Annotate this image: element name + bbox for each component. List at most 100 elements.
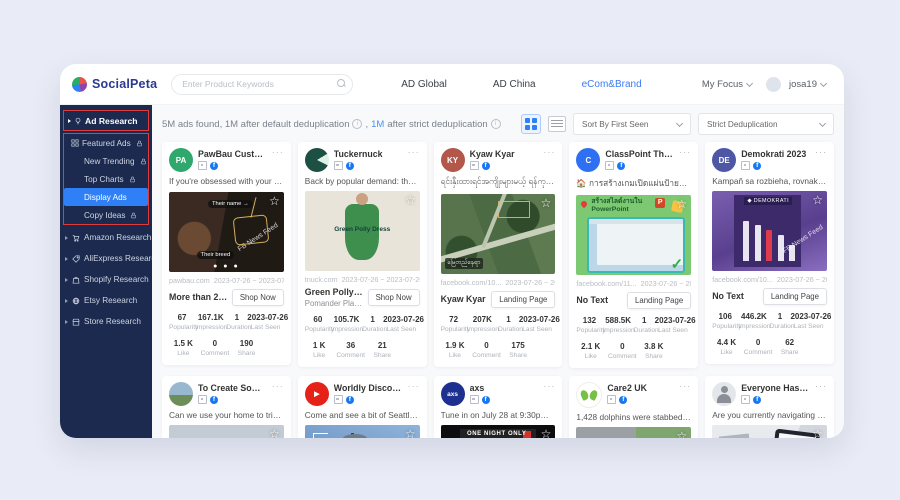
stat-popularity: 132Popularity [576,316,602,334]
art-label: Their breed [197,251,235,259]
star-favorite-button[interactable]: ☆ [405,427,416,438]
stat-like: 1.5 KLike [169,339,198,357]
ad-creative[interactable]: ☆ SEATTLEWASHINGTON [305,425,420,438]
star-favorite-button[interactable]: ☆ [541,196,552,210]
date-range: 2023-07-26 ~ 2023-07-26 [214,276,284,285]
ad-creative[interactable]: ☆ [576,427,691,438]
ad-creative[interactable]: ☆ สร้างสไลด์งานใน PowerPointP✓ [576,195,691,275]
avatar [712,382,736,406]
ad-creative[interactable]: ☆ ONE NIGHT ONLY [441,425,556,438]
stat-last-seen: 2023-07-26Last Seen [247,313,284,331]
art-label: Their name → [208,200,253,208]
sort-dropdown[interactable]: Sort By First Seen [573,113,691,135]
nav-ad-china[interactable]: AD China [493,79,536,90]
ad-card[interactable]: ▶ Worldly Discovery f ··· Come and see a… [298,376,427,438]
ad-text: Back by popular demand: the Green Polly … [305,176,420,186]
stat-duration: 1Duration [498,315,519,333]
more-options-button[interactable]: ··· [408,382,420,406]
cta-button[interactable]: Landing Page [763,288,827,305]
ad-card[interactable]: Care2 UK f ··· 1,428 dolphins were stabb… [569,376,698,438]
sidebar-item-aliexpress-research[interactable]: AliExpress Research [60,248,152,269]
ad-card[interactable]: C ClassPoint Thailand f ··· 🏠 การสร้างเก… [569,142,698,368]
star-favorite-button[interactable]: ☆ [812,427,823,438]
platform-icons: f [334,161,403,170]
grid-view-toggle[interactable] [521,114,541,134]
sidebar-item-featured-ads[interactable]: Featured Ads [64,134,148,152]
ad-creative[interactable]: ☆ Their name →Their breedFB News Feed● ●… [169,192,284,272]
star-favorite-button[interactable]: ☆ [676,197,687,211]
advertiser-domain: tnuck.com [305,275,338,284]
star-favorite-button[interactable]: ☆ [812,193,823,207]
user-menu[interactable]: josa19 [789,79,826,90]
info-icon[interactable]: i [491,119,501,129]
stat-like: 4.4 KLike [712,338,741,356]
my-focus-menu[interactable]: My Focus [702,79,752,90]
stat-like: 2.1 KLike [576,342,605,360]
ad-creative[interactable]: ☆ ◆ DEMOKRATIFB News Feed [712,191,827,271]
art-label: ✓ [671,255,684,273]
ad-card[interactable]: Tuckernuck f ··· Back by popular demand:… [298,142,427,367]
star-favorite-button[interactable]: ☆ [269,427,280,438]
caret-icon [65,236,68,240]
sidebar-item-new-trending[interactable]: New Trending [64,152,148,170]
list-view-toggle[interactable] [548,116,566,132]
sidebar-item-label: New Trending [84,157,135,166]
cta-button[interactable]: Shop Now [232,289,284,306]
more-options-button[interactable]: ··· [679,382,691,408]
ad-creative[interactable]: ☆ [712,425,827,438]
more-options-button[interactable]: ··· [815,148,827,172]
star-favorite-button[interactable]: ☆ [269,194,280,208]
more-options-button[interactable]: ··· [408,148,420,172]
star-favorite-button[interactable]: ☆ [541,427,552,438]
cta-button[interactable]: Landing Page [491,291,555,308]
card-header: PA PawBau Custom Jewelry f ··· [169,148,284,172]
ad-card[interactable]: PA PawBau Custom Jewelry f ··· If you're… [162,142,291,365]
sidebar-item-copy-ideas[interactable]: Copy Ideas [64,206,148,224]
sidebar-item-etsy-research[interactable]: Etsy Research [60,290,152,311]
sidebar-item-display-ads[interactable]: Display Ads [64,188,148,206]
more-options-button[interactable]: ··· [543,382,555,406]
more-options-button[interactable]: ··· [272,382,284,406]
title-row: No Text Landing Page [712,287,827,305]
dedup-dropdown[interactable]: Strict Deduplication [698,113,834,135]
ad-card[interactable]: To Create Something Exceptio... f ··· Ca… [162,376,291,438]
creative-meta: tnuck.com 2023-07-26 ~ 2023-07-26 [305,271,420,287]
stat-impression: 105.7KImpression [331,315,362,333]
more-options-button[interactable]: ··· [815,382,827,406]
card-header: Everyone Has The Freedom To... f ··· [712,382,827,406]
more-options-button[interactable]: ··· [679,148,691,172]
ad-creative[interactable]: ☆ မြေတည်နေရာ [441,194,556,274]
star-favorite-button[interactable]: ☆ [405,193,416,207]
ad-text: If you're obsessed with your dog 🐶 show … [169,176,284,187]
sidebar-item-shopify-research[interactable]: Shopify Research [60,269,152,290]
search-box[interactable] [171,74,353,95]
cta-button[interactable]: Landing Page [627,292,691,309]
ad-card[interactable]: axs axs f ··· Tune in on July 28 at 9:30… [434,376,563,438]
sidebar-item-label: Store Research [84,317,141,326]
grid-icon [71,139,79,147]
ad-creative[interactable]: ☆ Green Polly Dress [305,191,420,271]
ad-card[interactable]: Everyone Has The Freedom To... f ··· Are… [705,376,834,438]
sidebar-item-store-research[interactable]: Store Research [60,311,152,332]
nav-ecom-brand[interactable]: eCom&Brand [582,79,642,90]
ad-card[interactable]: KY Kyaw Kyar f ··· ရင်းနှီးထားရင်အကျိုးမ… [434,142,563,367]
more-options-button[interactable]: ··· [543,148,555,172]
user-avatar[interactable] [766,77,781,92]
card-header: DE Demokrati 2023 f ··· [712,148,827,172]
stat-impression: 588.5KImpression [602,316,633,334]
sidebar-item-ad-research[interactable]: Ad Research [64,111,148,130]
star-favorite-button[interactable]: ☆ [676,429,687,438]
stat-impression: 207KImpression [467,315,498,333]
sidebar-item-amazon-research[interactable]: Amazon Research [60,227,152,248]
cta-button[interactable]: Shop Now [368,289,420,306]
nav-ad-global[interactable]: AD Global [401,79,447,90]
ad-card[interactable]: DE Demokrati 2023 f ··· Kampaň sa rozbie… [705,142,834,364]
ad-creative[interactable]: ☆ [169,425,284,438]
info-icon[interactable]: i [352,119,362,129]
search-input[interactable] [171,74,353,95]
logo[interactable]: SocialPeta [72,77,157,92]
art-label: สร้างสไลด์งานใน PowerPoint [591,198,642,214]
sidebar-item-label: Display Ads [84,193,127,202]
sidebar-item-top-charts[interactable]: Top Charts [64,170,148,188]
more-options-button[interactable]: ··· [272,148,284,172]
